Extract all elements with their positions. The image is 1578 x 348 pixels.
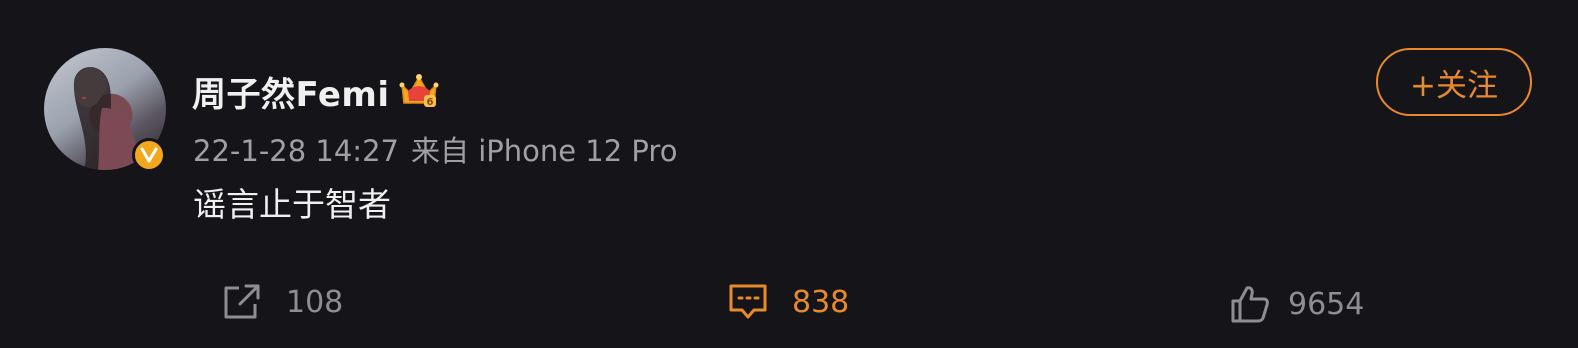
author-name[interactable]: 周子然Femi bbox=[192, 67, 390, 116]
share-icon bbox=[224, 284, 260, 319]
like-button[interactable]: 9654 bbox=[1230, 282, 1364, 326]
post-timestamp: 22-1-28 14:27 bbox=[193, 134, 399, 168]
crown-level: 6 bbox=[426, 97, 433, 108]
comment-icon bbox=[729, 284, 767, 319]
like-icon bbox=[1231, 286, 1269, 323]
comment-button[interactable]: 838 bbox=[728, 280, 849, 324]
post-source: 来自 iPhone 12 Pro bbox=[410, 134, 678, 168]
like-count: 9654 bbox=[1288, 286, 1365, 322]
avatar[interactable] bbox=[44, 48, 166, 172]
comment-count: 838 bbox=[792, 284, 850, 320]
follow-button[interactable]: +关注 bbox=[1376, 48, 1532, 116]
author-row: 周子然Femi 6 bbox=[192, 67, 440, 116]
share-button[interactable]: 108 bbox=[222, 280, 343, 324]
post-text: 谣言止于智者 bbox=[193, 185, 391, 224]
verified-icon bbox=[132, 138, 166, 172]
crown-icon[interactable]: 6 bbox=[398, 71, 440, 111]
share-count: 108 bbox=[286, 284, 344, 320]
post-meta: 22-1-28 14:27 来自 iPhone 12 Pro bbox=[193, 128, 677, 170]
follow-button-label: +关注 bbox=[1410, 67, 1498, 104]
